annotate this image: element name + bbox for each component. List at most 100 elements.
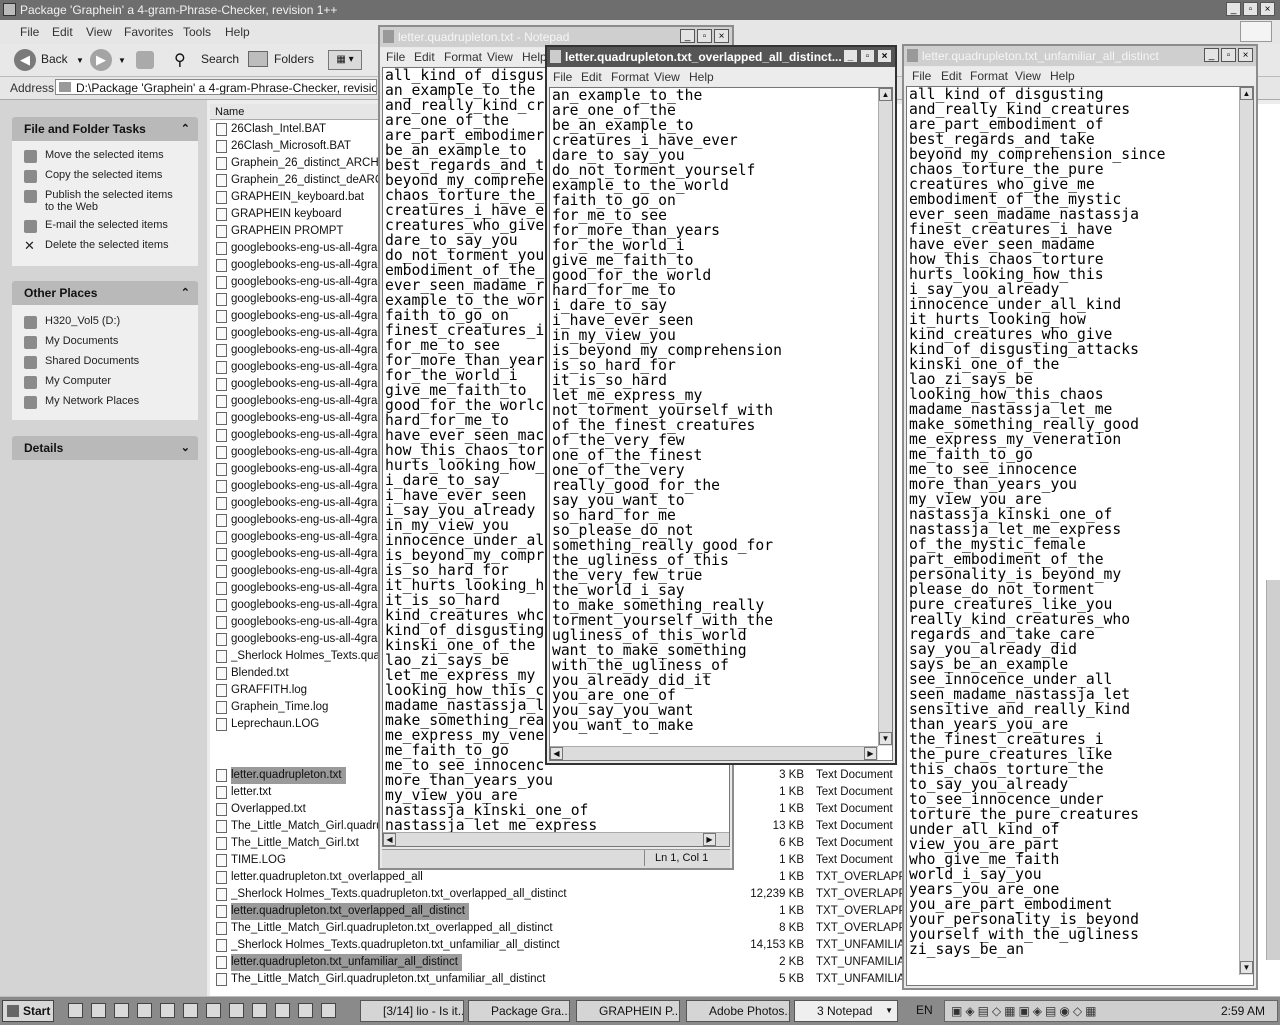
file-row[interactable]: Leprechaun.LOG bbox=[216, 716, 381, 733]
notepad-3-text-area[interactable]: all_kind_of_disgusting and_really_kind_cr… bbox=[906, 86, 1254, 986]
place-shared-documents[interactable]: Shared Documents bbox=[24, 355, 139, 369]
task-email[interactable]: E-mail the selected items bbox=[24, 219, 168, 233]
menu-format[interactable]: Format bbox=[444, 50, 482, 64]
maximize-button[interactable]: ▫ bbox=[1243, 2, 1258, 16]
file-row[interactable]: googlebooks-eng-us-all-4gram bbox=[216, 291, 381, 308]
scroll-down-icon[interactable]: ▼ bbox=[879, 732, 892, 745]
menu-view[interactable]: View bbox=[487, 50, 513, 64]
notepad-2-vscroll[interactable]: ▲ ▼ bbox=[878, 88, 892, 746]
file-row[interactable]: GRAPHEIN PROMPT bbox=[216, 223, 381, 240]
menu-file[interactable]: File bbox=[912, 69, 931, 83]
menu-help[interactable]: Help bbox=[689, 70, 714, 84]
file-row[interactable]: googlebooks-eng-us-all-4gram bbox=[216, 376, 381, 393]
quicklaunch-app-icon[interactable] bbox=[183, 1003, 198, 1018]
maximize-button[interactable]: ▫ bbox=[860, 49, 875, 63]
menu-view[interactable]: View bbox=[1015, 69, 1041, 83]
file-row[interactable]: _Sherlock Holmes_Texts.quad bbox=[216, 648, 381, 665]
file-row[interactable]: Graphein_26_distinct_ARCHIV bbox=[216, 155, 381, 172]
file-row[interactable]: _Sherlock Holmes_Texts.quadrupleton.txt_… bbox=[216, 886, 567, 903]
file-row[interactable]: googlebooks-eng-us-all-4gram bbox=[216, 597, 381, 614]
file-row[interactable]: googlebooks-eng-us-all-4gram bbox=[216, 359, 381, 376]
notepad-1-title-bar[interactable]: letter.quadrupleton.txt - Notepad _ ▫ × bbox=[380, 27, 732, 47]
quicklaunch-folder-icon[interactable] bbox=[137, 1003, 152, 1018]
task-move[interactable]: Move the selected items bbox=[24, 149, 164, 163]
explorer-title-bar[interactable]: Package 'Graphein' a 4-gram-Phrase-Check… bbox=[0, 0, 1280, 20]
file-row[interactable]: letter.quadrupleton.txt_overlapped_all bbox=[216, 869, 423, 886]
file-row[interactable]: TIME.LOG bbox=[216, 852, 381, 869]
minimize-button[interactable]: _ bbox=[680, 29, 695, 43]
notepad-2-text-area[interactable]: an_example_to_the are_one_of_the be_an_exa… bbox=[549, 87, 893, 761]
tray-icons[interactable]: ▣◈▤◇▦▣◈▤◉◇▦ bbox=[951, 1004, 1099, 1018]
quicklaunch-app-icon[interactable] bbox=[229, 1003, 244, 1018]
file-row[interactable]: googlebooks-eng-us-all-4gram bbox=[216, 257, 381, 274]
forward-dropdown-icon[interactable]: ▼ bbox=[118, 56, 126, 65]
notepad-2-hscroll[interactable]: ◀ ▶ bbox=[550, 746, 878, 760]
file-row[interactable]: googlebooks-eng-us-all-4gram bbox=[216, 461, 381, 478]
quicklaunch-app-icon[interactable] bbox=[114, 1003, 129, 1018]
place-my-documents[interactable]: My Documents bbox=[24, 335, 118, 349]
scroll-right-icon[interactable]: ▶ bbox=[703, 833, 716, 846]
quicklaunch-app-icon[interactable] bbox=[298, 1003, 313, 1018]
file-row[interactable]: GRAFFITH.log bbox=[216, 682, 381, 699]
scroll-left-icon[interactable]: ◀ bbox=[383, 833, 396, 846]
close-button[interactable]: × bbox=[877, 49, 892, 63]
menu-help[interactable]: Help bbox=[522, 50, 547, 64]
file-row[interactable]: googlebooks-eng-us-all-4gram bbox=[216, 631, 381, 648]
menu-format[interactable]: Format bbox=[611, 70, 649, 84]
file-row[interactable]: letter.quadrupleton.txt_overlapped_all_d… bbox=[216, 903, 469, 920]
scroll-up-icon[interactable]: ▲ bbox=[1240, 87, 1253, 100]
quicklaunch-app-icon[interactable] bbox=[252, 1003, 267, 1018]
file-row[interactable]: The_Little_Match_Girl.txt bbox=[216, 835, 381, 852]
menu-file[interactable]: File bbox=[553, 70, 572, 84]
file-row[interactable]: googlebooks-eng-us-all-4gram bbox=[216, 308, 381, 325]
task-copy[interactable]: Copy the selected items bbox=[24, 169, 162, 183]
task-delete[interactable]: ✕ Delete the selected items bbox=[24, 239, 169, 253]
file-list-scrollbar[interactable] bbox=[1266, 580, 1280, 960]
maximize-button[interactable]: ▫ bbox=[1221, 48, 1236, 62]
start-button[interactable]: Start bbox=[2, 1000, 54, 1022]
file-row[interactable]: letter.txt bbox=[216, 784, 381, 801]
file-row[interactable]: googlebooks-eng-us-all-4gram bbox=[216, 410, 381, 427]
file-row[interactable]: googlebooks-eng-us-all-4gram bbox=[216, 478, 381, 495]
minimize-button[interactable]: _ bbox=[1226, 2, 1241, 16]
file-row[interactable]: _Sherlock Holmes_Texts.quadrupleton.txt_… bbox=[216, 937, 560, 954]
minimize-button[interactable]: _ bbox=[843, 49, 858, 63]
close-button[interactable]: × bbox=[714, 29, 729, 43]
address-input[interactable]: D:\Package 'Graphein' a 4-gram-Phrase-Ch… bbox=[55, 79, 377, 95]
menu-format[interactable]: Format bbox=[970, 69, 1008, 83]
taskbar-button-explorer[interactable]: Package Gra... bbox=[468, 1000, 570, 1022]
back-button[interactable]: Back bbox=[41, 52, 68, 66]
menu-help[interactable]: Help bbox=[225, 25, 250, 39]
file-row[interactable]: letter.quadrupleton.txt_unfamiliar_all_d… bbox=[216, 954, 462, 971]
back-arrow-icon[interactable]: ◀ bbox=[14, 49, 36, 71]
place-network[interactable]: My Network Places bbox=[24, 395, 139, 409]
views-icon[interactable]: ▦ ▾ bbox=[328, 50, 362, 70]
menu-view[interactable]: View bbox=[654, 70, 680, 84]
menu-file[interactable]: File bbox=[386, 50, 405, 64]
scroll-down-icon[interactable]: ▼ bbox=[1240, 961, 1253, 974]
quicklaunch-app-icon[interactable] bbox=[160, 1003, 175, 1018]
file-row[interactable]: googlebooks-eng-us-all-4gram bbox=[216, 325, 381, 342]
file-row[interactable]: The_Little_Match_Girl.quadrup bbox=[216, 818, 381, 835]
quicklaunch-app-icon[interactable] bbox=[275, 1003, 290, 1018]
quicklaunch-app-icon[interactable] bbox=[68, 1003, 83, 1018]
menu-favorites[interactable]: Favorites bbox=[124, 25, 173, 39]
language-indicator[interactable]: EN bbox=[916, 1003, 933, 1017]
file-row[interactable]: letter.quadrupleton.txt bbox=[216, 767, 346, 784]
file-row[interactable]: googlebooks-eng-us-all-4gram bbox=[216, 240, 381, 257]
file-row[interactable]: Graphein_26_distinct_deARCH bbox=[216, 172, 381, 189]
other-places-header[interactable]: Other Places ⌃ bbox=[12, 281, 198, 305]
file-row[interactable]: Graphein_Time.log bbox=[216, 699, 381, 716]
collapse-icon[interactable]: ⌃ bbox=[181, 117, 190, 141]
file-row[interactable]: googlebooks-eng-us-all-4gram bbox=[216, 495, 381, 512]
file-row[interactable]: googlebooks-eng-us-all-4gram bbox=[216, 274, 381, 291]
file-row[interactable]: googlebooks-eng-us-all-4gram bbox=[216, 580, 381, 597]
notepad-2-title-bar[interactable]: letter.quadrupleton.txt_overlapped_all_d… bbox=[547, 47, 895, 67]
up-folder-icon[interactable] bbox=[136, 51, 154, 69]
file-row[interactable]: GRAPHEIN_keyboard.bat bbox=[216, 189, 381, 206]
taskbar-button-notepad-group[interactable]: 3 Notepad ▼ bbox=[794, 1000, 898, 1022]
place-my-computer[interactable]: My Computer bbox=[24, 375, 111, 389]
menu-edit[interactable]: Edit bbox=[52, 25, 73, 39]
scroll-left-icon[interactable]: ◀ bbox=[550, 747, 563, 760]
file-row[interactable]: googlebooks-eng-us-all-4gram bbox=[216, 393, 381, 410]
